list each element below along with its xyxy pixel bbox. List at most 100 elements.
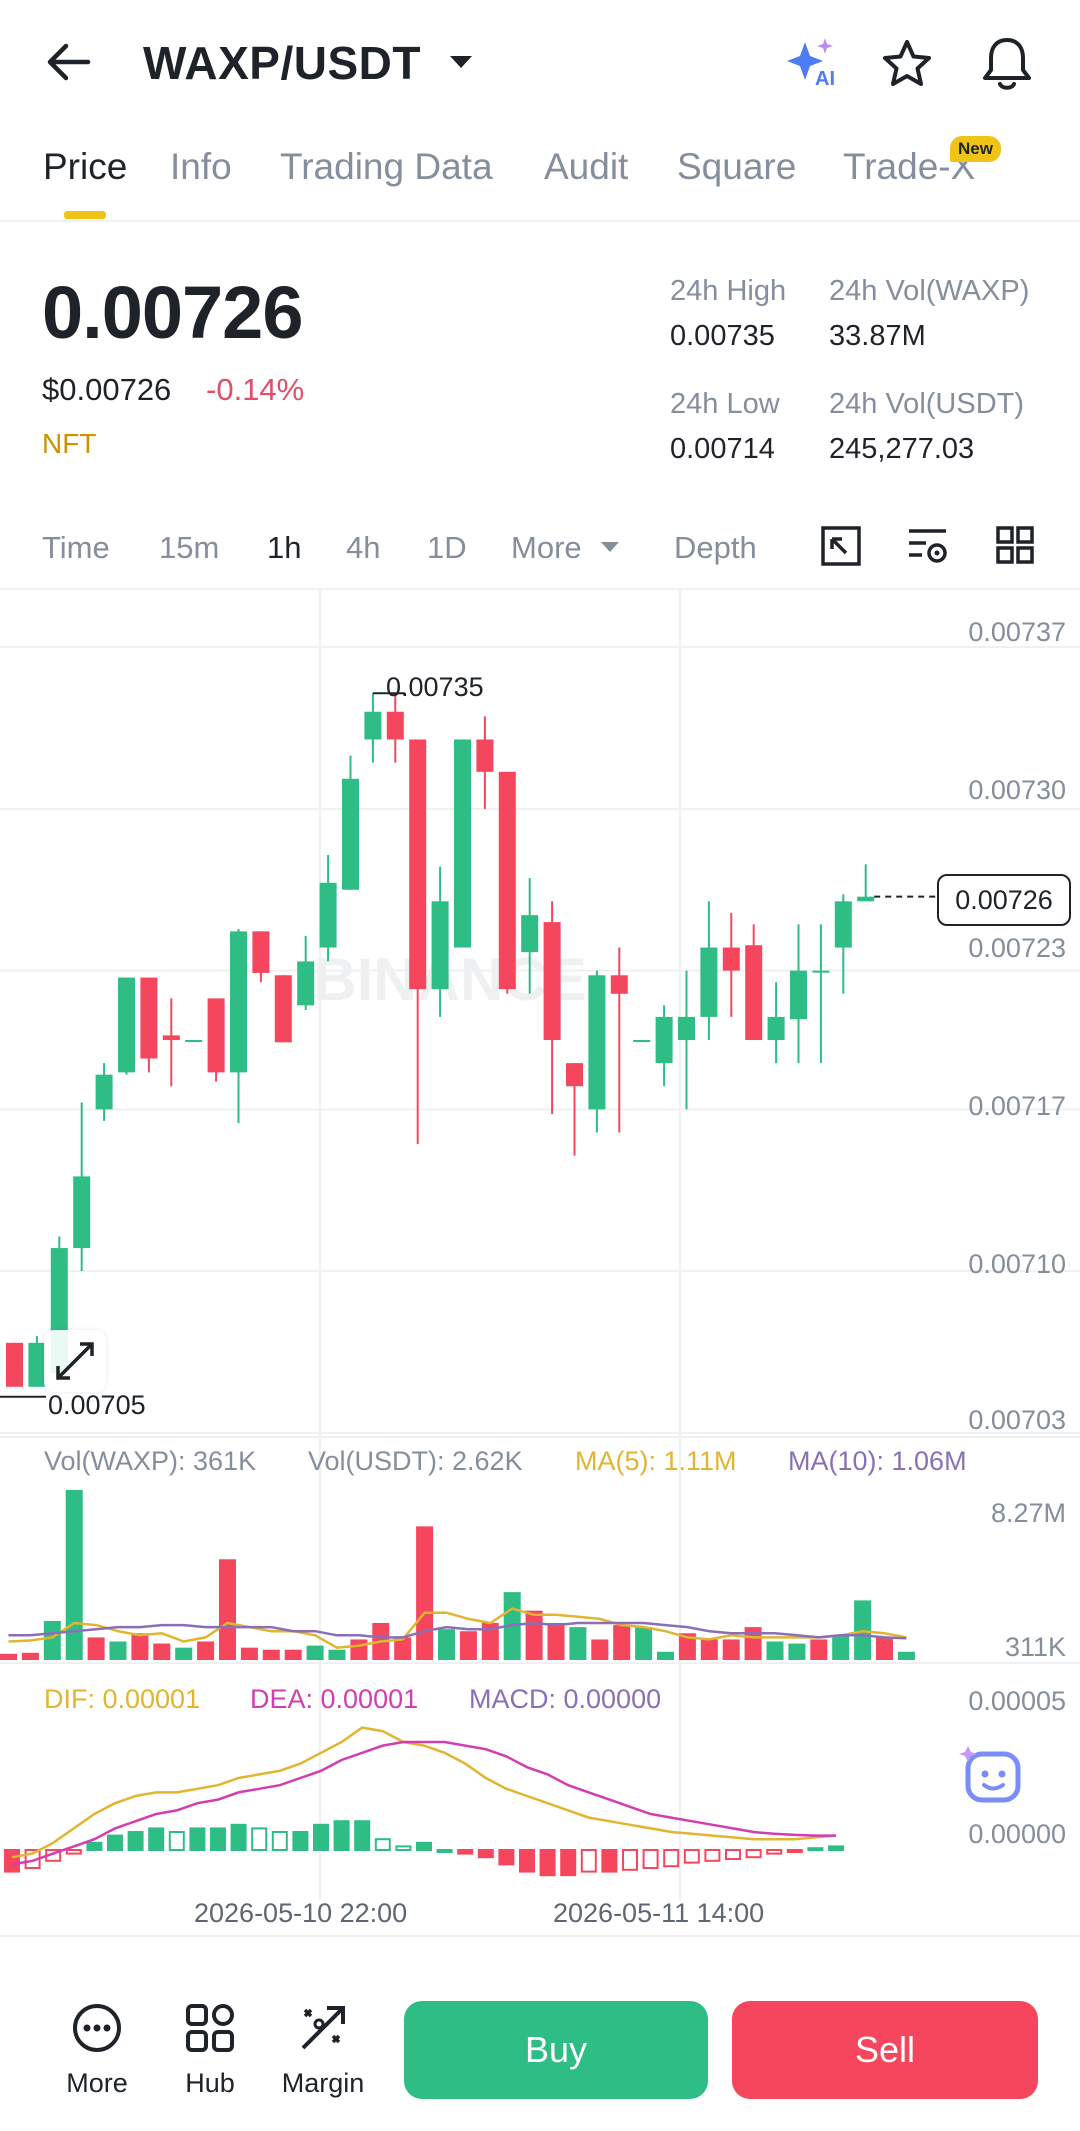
volume-bar (219, 1559, 236, 1660)
tab-info[interactable]: Info (170, 146, 232, 188)
current-price-tag: 0.00726 (937, 874, 1071, 926)
candle-body (386, 711, 404, 740)
grid-layout-icon (996, 526, 1034, 564)
macd-bar (663, 1849, 680, 1868)
candle-body (118, 977, 135, 1073)
macd-bar (786, 1849, 803, 1853)
candle-body (588, 975, 606, 1110)
volume-bar (416, 1526, 434, 1660)
favorite-button[interactable] (880, 38, 934, 95)
macd-bar (271, 1831, 288, 1851)
dea-indicator: DEA: 0.00001 (250, 1684, 419, 1714)
candle-body (476, 739, 494, 772)
more-nav-label: More (66, 2068, 128, 2098)
ai-label: AI (815, 68, 835, 90)
volume-bar (0, 1653, 17, 1660)
macd-bar (395, 1845, 412, 1852)
time-axis-divider (0, 1935, 1080, 1937)
back-button[interactable] (40, 38, 96, 86)
candle-body (767, 1016, 785, 1040)
candle-body (342, 778, 359, 890)
tf-depth[interactable]: Depth (674, 530, 757, 566)
volume-bar (613, 1625, 631, 1660)
macd-bar (374, 1838, 391, 1851)
candle-body (678, 1016, 695, 1040)
tab-price[interactable]: Price (43, 146, 127, 188)
vol-quote-indicator: Vol(USDT): 2.62K (308, 1446, 523, 1476)
expand-icon (56, 1342, 94, 1380)
macd-bar (601, 1849, 618, 1873)
tf-15m[interactable]: 15m (159, 530, 219, 566)
candle-body (28, 1342, 46, 1387)
volume-bar (109, 1641, 127, 1660)
indicator-settings-button[interactable] (906, 525, 950, 572)
volume-bar (766, 1641, 784, 1660)
macd-bar (148, 1827, 165, 1852)
macd-bar (642, 1849, 659, 1869)
volume-bar (744, 1627, 762, 1660)
ai-bot-button[interactable] (958, 1740, 1030, 1817)
volume-bar (788, 1643, 806, 1660)
volume-bar (175, 1647, 193, 1660)
new-badge: New (950, 136, 1001, 162)
chart-settings-button[interactable] (820, 525, 862, 572)
volume-axis-min: 311K (1004, 1632, 1066, 1662)
volume-bar (197, 1641, 215, 1660)
candle-body (95, 1074, 113, 1110)
dots-circle-icon (73, 2004, 121, 2052)
macd-axis-max: 0.00005 (968, 1686, 1066, 1716)
price-chart[interactable]: BINANCE (0, 590, 1080, 1950)
tf-time[interactable]: Time (42, 530, 110, 566)
more-nav-item[interactable]: More (37, 2002, 157, 2112)
volume-bar (635, 1627, 653, 1660)
time-axis-label: 2026-05-11 14:00 (553, 1898, 765, 1928)
candle-body (140, 977, 158, 1059)
vol-base-value: 33.87M (829, 320, 926, 352)
price-change: -0.14% (206, 372, 305, 407)
category-tag[interactable]: NFT (42, 428, 96, 460)
macd-axis-mid: 0.00000 (968, 1819, 1066, 1849)
hub-nav-label: Hub (185, 2068, 235, 2098)
vol-quote-label: 24h Vol(USDT) (829, 388, 1025, 420)
alerts-button[interactable] (980, 34, 1034, 97)
buy-button[interactable]: Buy (404, 2001, 708, 2099)
macd-bar (313, 1823, 329, 1852)
pair-title[interactable]: WAXP/USDT (143, 36, 421, 90)
tf-more[interactable]: More (511, 530, 582, 566)
macd-bar (168, 1831, 185, 1851)
pair-dropdown-icon[interactable] (448, 54, 474, 75)
candle-body (566, 1063, 583, 1087)
sell-button[interactable]: Sell (732, 2001, 1038, 2099)
macd-bar (86, 1841, 103, 1852)
tab-trading-data[interactable]: Trading Data (280, 146, 493, 188)
margin-icon (301, 2006, 345, 2050)
expand-chart-button[interactable] (44, 1330, 106, 1392)
volume-bar (459, 1631, 477, 1660)
tab-square[interactable]: Square (677, 146, 796, 188)
candle-body (431, 901, 449, 990)
tf-4h[interactable]: 4h (346, 530, 380, 566)
margin-nav-item[interactable]: Margin (263, 2002, 383, 2112)
ma5-indicator: MA(5): 1.11M (575, 1446, 737, 1476)
tf-1d[interactable]: 1D (427, 530, 467, 566)
vol-base-label: 24h Vol(WAXP) (829, 275, 1030, 307)
candle-body (364, 711, 382, 740)
dif-indicator: DIF: 0.00001 (44, 1684, 201, 1714)
hub-nav-item[interactable]: Hub (150, 2002, 270, 2112)
layout-grid-button[interactable] (995, 525, 1035, 570)
candle-body (722, 947, 740, 971)
tab-audit[interactable]: Audit (544, 146, 628, 188)
volume-bar (262, 1649, 280, 1660)
candle-body (857, 896, 875, 902)
macd-bar (807, 1847, 824, 1852)
macd-bar (4, 1849, 20, 1873)
macd-bar (251, 1827, 268, 1852)
candle-body (454, 739, 471, 948)
macd-bar (416, 1841, 432, 1852)
volume-bar (240, 1647, 258, 1660)
ai-assistant-button[interactable]: AI (785, 36, 841, 92)
tf-1h[interactable]: 1h (267, 530, 301, 566)
price-axis-label: 0.00717 (968, 1091, 1066, 1121)
macd-bar (622, 1849, 638, 1871)
vol-quote-value: 245,277.03 (829, 433, 975, 465)
